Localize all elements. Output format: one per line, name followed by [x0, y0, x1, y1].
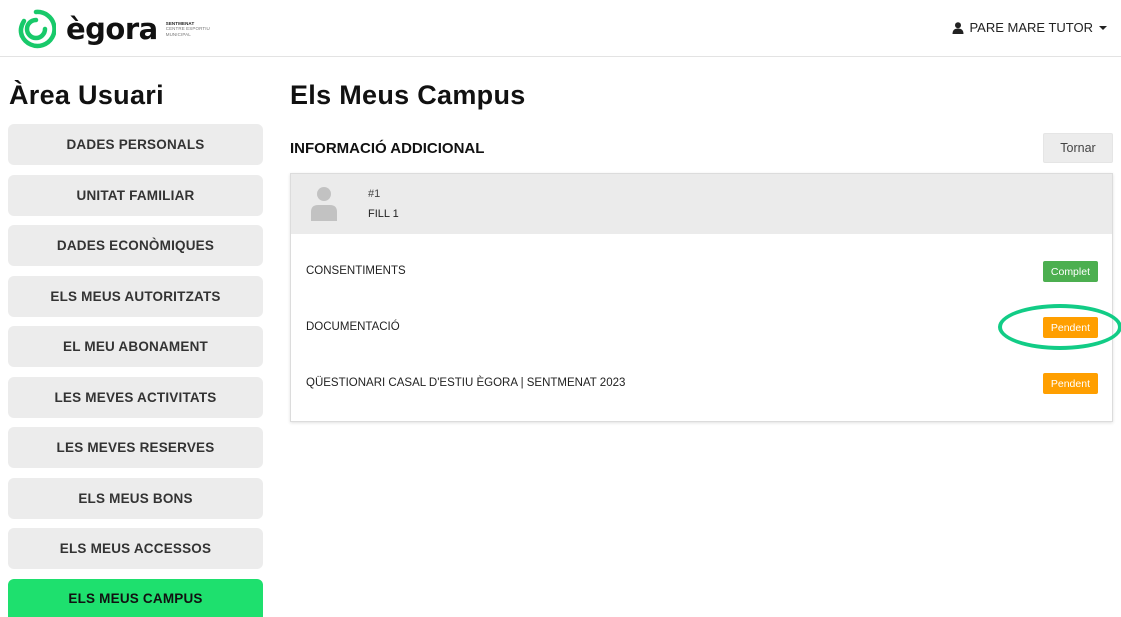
status-badge-pendent[interactable]: Pendent: [1042, 373, 1098, 394]
sidebar-item-bons[interactable]: ELS MEUS BONS: [8, 477, 263, 519]
child-name: FILL 1: [368, 208, 399, 220]
sidebar-item-campus[interactable]: ELS MEUS CAMPUS: [8, 578, 263, 617]
status-badge-complet[interactable]: Complet: [1042, 261, 1098, 282]
child-header: #1 FILL 1: [291, 174, 1112, 234]
status-badge-pendent[interactable]: Pendent: [1042, 317, 1098, 338]
brand-name: ègora: [66, 12, 158, 46]
brand-subtitle-line: MUNICIPAL: [165, 31, 191, 37]
sidebar-item-unitat-familiar[interactable]: UNITAT FAMILIAR: [8, 174, 263, 216]
requirement-row: DOCUMENTACIÓ Pendent: [291, 313, 1112, 343]
requirement-row: CONSENTIMENTS Complet: [291, 257, 1112, 287]
sidebar-title: Àrea Usuari: [9, 80, 164, 110]
requirement-row: QÜESTIONARI CASAL D'ESTIU ÈGORA | SENTME…: [291, 369, 1112, 399]
sidebar-item-activitats[interactable]: LES MEVES ACTIVITATS: [8, 376, 263, 418]
row-label: CONSENTIMENTS: [306, 265, 406, 277]
egora-logo[interactable]: ègora SENTMENAT CENTRE ESPORTIU MUNICIPA…: [16, 9, 210, 49]
top-bar: ègora SENTMENAT CENTRE ESPORTIU MUNICIPA…: [0, 0, 1121, 57]
section-title: INFORMACIÓ ADDICIONAL: [290, 140, 485, 157]
sidebar-item-dades-personals[interactable]: DADES PERSONALS: [8, 124, 263, 165]
row-label: DOCUMENTACIÓ: [306, 321, 400, 333]
row-label: QÜESTIONARI CASAL D'ESTIU ÈGORA | SENTME…: [306, 377, 626, 389]
back-button[interactable]: Tornar: [1043, 133, 1113, 163]
page-title: Els Meus Campus: [290, 80, 526, 110]
sidebar-item-dades-economiques[interactable]: DADES ECONÒMIQUES: [8, 225, 263, 266]
egora-swirl-logo-icon: [18, 9, 56, 49]
sidebar-item-accessos[interactable]: ELS MEUS ACCESSOS: [8, 528, 263, 569]
campus-info-card: #1 FILL 1 CONSENTIMENTS Complet DOCUMENT…: [290, 173, 1113, 422]
sidebar-item-abonament[interactable]: EL MEU ABONAMENT: [8, 326, 263, 367]
chevron-down-icon: [1099, 25, 1107, 30]
user-menu[interactable]: PARE MARE TUTOR: [952, 20, 1107, 35]
sidebar: DADES PERSONALS UNITAT FAMILIAR DADES EC…: [8, 124, 263, 617]
avatar-placeholder-icon: [311, 187, 337, 221]
sidebar-item-autoritzats[interactable]: ELS MEUS AUTORITZATS: [8, 275, 263, 317]
child-id: #1: [368, 188, 381, 200]
brand-subtitle: SENTMENAT CENTRE ESPORTIU MUNICIPAL: [166, 21, 210, 38]
user-menu-label: PARE MARE TUTOR: [969, 20, 1093, 35]
sidebar-item-reserves[interactable]: LES MEVES RESERVES: [8, 427, 263, 468]
user-icon: [952, 21, 964, 34]
